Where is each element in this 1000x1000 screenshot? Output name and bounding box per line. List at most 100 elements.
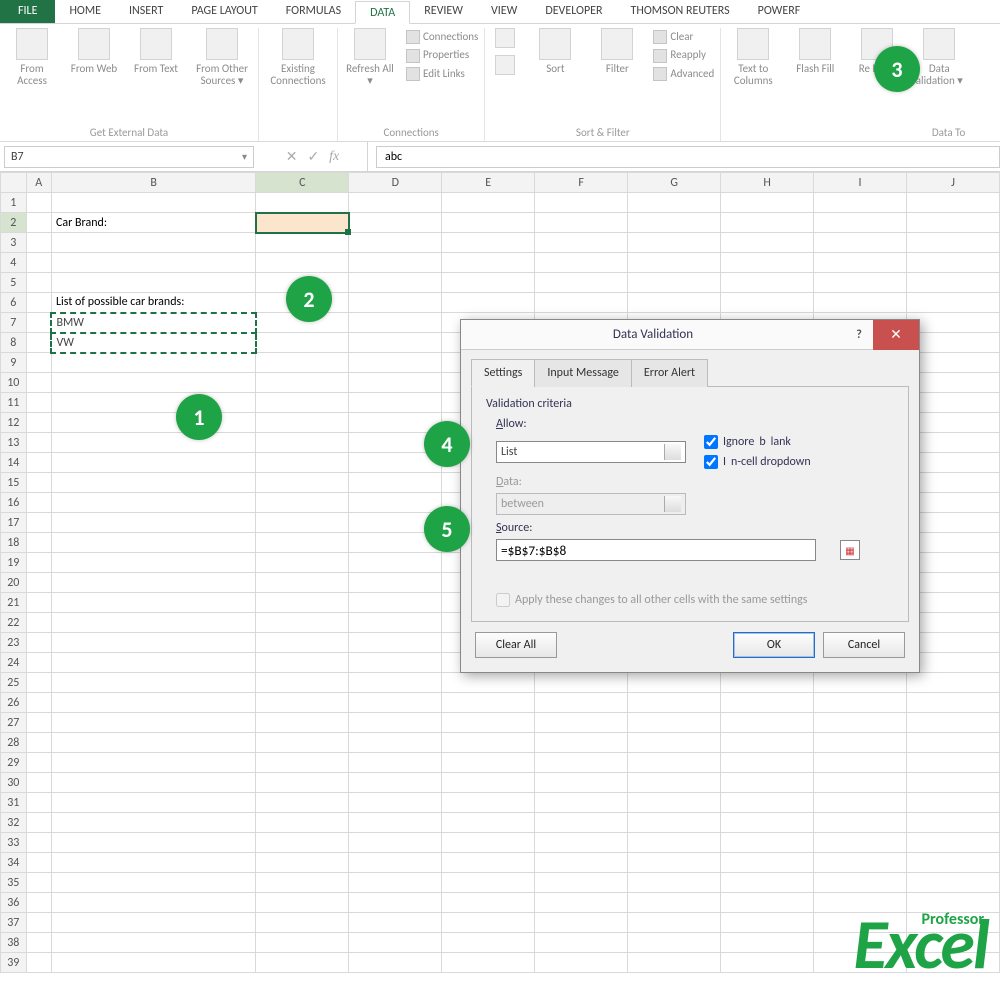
cell-E29[interactable]: [442, 753, 535, 773]
cell-A9[interactable]: [26, 353, 51, 373]
cell-J17[interactable]: [907, 513, 1000, 533]
tab-review[interactable]: REVIEW: [410, 0, 477, 23]
cell-C34[interactable]: [256, 853, 349, 873]
cell-B32[interactable]: [51, 813, 255, 833]
cell-J30[interactable]: [907, 773, 1000, 793]
row-19[interactable]: 19: [1, 553, 27, 573]
cell-B18[interactable]: [51, 533, 255, 553]
cell-H29[interactable]: [721, 753, 814, 773]
col-H[interactable]: H: [721, 173, 814, 193]
cell-G28[interactable]: [628, 733, 721, 753]
cell-D19[interactable]: [349, 553, 442, 573]
row-34[interactable]: 34: [1, 853, 27, 873]
cell-D24[interactable]: [349, 653, 442, 673]
cell-J7[interactable]: [907, 313, 1000, 333]
cell-I28[interactable]: [814, 733, 907, 753]
cell-F37[interactable]: [535, 913, 628, 933]
cell-A5[interactable]: [26, 273, 51, 293]
cell-F5[interactable]: [535, 273, 628, 293]
cell-F27[interactable]: [535, 713, 628, 733]
range-selector-button[interactable]: ▦: [840, 540, 860, 560]
col-J[interactable]: J: [907, 173, 1000, 193]
cell-C27[interactable]: [256, 713, 349, 733]
cell-E33[interactable]: [442, 833, 535, 853]
cell-J4[interactable]: [907, 253, 1000, 273]
cell-J14[interactable]: [907, 453, 1000, 473]
col-A[interactable]: A: [26, 173, 51, 193]
cell-A31[interactable]: [26, 793, 51, 813]
tab-file[interactable]: FILE: [0, 0, 55, 23]
cell-B19[interactable]: [51, 553, 255, 573]
cell-A22[interactable]: [26, 613, 51, 633]
cell-B38[interactable]: [51, 933, 255, 953]
btn-from-text[interactable]: From Text: [130, 28, 182, 75]
tab-formulas[interactable]: FORMULAS: [272, 0, 355, 23]
cell-H31[interactable]: [721, 793, 814, 813]
cell-F6[interactable]: [535, 293, 628, 313]
cell-I29[interactable]: [814, 753, 907, 773]
cell-D34[interactable]: [349, 853, 442, 873]
cell-C11[interactable]: [256, 393, 349, 413]
cell-I4[interactable]: [814, 253, 907, 273]
row-2[interactable]: 2: [1, 213, 27, 233]
cell-A11[interactable]: [26, 393, 51, 413]
cell-B28[interactable]: [51, 733, 255, 753]
cell-C28[interactable]: [256, 733, 349, 753]
cell-E34[interactable]: [442, 853, 535, 873]
cell-J25[interactable]: [907, 673, 1000, 693]
cell-J8[interactable]: [907, 333, 1000, 353]
row-29[interactable]: 29: [1, 753, 27, 773]
cell-F2[interactable]: [535, 213, 628, 233]
cell-D4[interactable]: [349, 253, 442, 273]
cell-I35[interactable]: [814, 873, 907, 893]
row-18[interactable]: 18: [1, 533, 27, 553]
cell-G38[interactable]: [628, 933, 721, 953]
cell-E1[interactable]: [442, 193, 535, 213]
cell-C25[interactable]: [256, 673, 349, 693]
cell-J29[interactable]: [907, 753, 1000, 773]
cell-C17[interactable]: [256, 513, 349, 533]
cell-F31[interactable]: [535, 793, 628, 813]
ok-button[interactable]: OK: [733, 632, 815, 658]
cell-B20[interactable]: [51, 573, 255, 593]
cell-A8[interactable]: [26, 333, 51, 353]
cell-J33[interactable]: [907, 833, 1000, 853]
cell-J1[interactable]: [907, 193, 1000, 213]
cell-D35[interactable]: [349, 873, 442, 893]
cell-G39[interactable]: [628, 953, 721, 973]
col-D[interactable]: D: [349, 173, 442, 193]
cell-B10[interactable]: [51, 373, 255, 393]
cell-I3[interactable]: [814, 233, 907, 253]
cell-F33[interactable]: [535, 833, 628, 853]
cell-H26[interactable]: [721, 693, 814, 713]
cell-I5[interactable]: [814, 273, 907, 293]
cell-A15[interactable]: [26, 473, 51, 493]
cell-I1[interactable]: [814, 193, 907, 213]
cell-C30[interactable]: [256, 773, 349, 793]
cell-G37[interactable]: [628, 913, 721, 933]
tab-powerf[interactable]: POWERF: [744, 0, 815, 23]
clear-all-button[interactable]: Clear All: [475, 632, 557, 658]
cell-E38[interactable]: [442, 933, 535, 953]
cell-C12[interactable]: [256, 413, 349, 433]
cell-C18[interactable]: [256, 533, 349, 553]
row-12[interactable]: 12: [1, 413, 27, 433]
cell-B3[interactable]: [51, 233, 255, 253]
cell-C19[interactable]: [256, 553, 349, 573]
cell-F38[interactable]: [535, 933, 628, 953]
cell-J19[interactable]: [907, 553, 1000, 573]
cell-A6[interactable]: [26, 293, 51, 313]
cell-A10[interactable]: [26, 373, 51, 393]
cell-B5[interactable]: [51, 273, 255, 293]
cell-J34[interactable]: [907, 853, 1000, 873]
cell-B12[interactable]: [51, 413, 255, 433]
cell-B22[interactable]: [51, 613, 255, 633]
cell-B7[interactable]: BMW: [51, 313, 255, 333]
cell-J23[interactable]: [907, 633, 1000, 653]
cell-F4[interactable]: [535, 253, 628, 273]
cell-E32[interactable]: [442, 813, 535, 833]
cell-G35[interactable]: [628, 873, 721, 893]
cell-E30[interactable]: [442, 773, 535, 793]
cell-D6[interactable]: [349, 293, 442, 313]
cell-A39[interactable]: [26, 953, 51, 973]
